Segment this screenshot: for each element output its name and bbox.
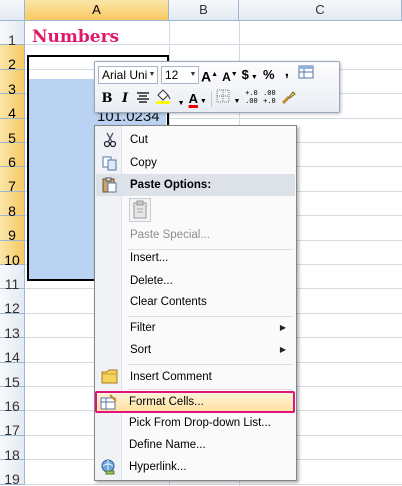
row-header[interactable]: 19 — [0, 460, 25, 486]
format-cells-icon — [100, 394, 118, 410]
row-header[interactable]: 13 — [0, 313, 25, 341]
row-header[interactable]: 9 — [0, 216, 25, 243]
menu-item-label: Clear Contents — [130, 296, 207, 308]
menu-item-insert-comment[interactable]: Insert Comment — [96, 366, 295, 388]
comment-icon — [101, 369, 119, 385]
format-painter-icon[interactable] — [278, 89, 298, 109]
menu-item-label: Hyperlink... — [129, 461, 187, 473]
percent-style-button[interactable]: % — [260, 65, 278, 85]
menu-item-paste-special[interactable]: Paste Special... — [96, 224, 295, 246]
column-header-a[interactable]: A — [25, 0, 169, 21]
menu-item-filter[interactable]: Filter ▶ — [96, 317, 295, 339]
chevron-down-icon[interactable]: ▼ — [147, 67, 157, 83]
row-header[interactable]: 1 — [0, 21, 25, 48]
row-header[interactable]: 4 — [0, 94, 25, 121]
chevron-right-icon: ▶ — [279, 345, 286, 354]
row-header[interactable]: 15 — [0, 362, 25, 390]
menu-item-label: Paste Options: — [130, 179, 212, 191]
font-color-label: A — [188, 91, 198, 106]
column-header-c[interactable]: C — [239, 0, 402, 21]
row-header[interactable]: 12 — [0, 289, 25, 316]
toolbar-divider — [210, 91, 212, 107]
menu-item-delete[interactable]: Delete... — [96, 270, 295, 292]
menu-item-clear-contents[interactable]: Clear Contents — [96, 291, 295, 313]
currency-label: $ — [241, 67, 249, 82]
menu-item-cut[interactable]: Cut — [96, 129, 295, 151]
format-painter-table-icon[interactable] — [296, 65, 316, 85]
column-header-b[interactable]: B — [169, 0, 239, 21]
menu-divider — [128, 364, 293, 365]
hyperlink-globe-icon — [100, 459, 118, 475]
menu-item-label: Pick From Drop-down List... — [129, 417, 271, 429]
fill-color-icon[interactable]: ▼ — [152, 89, 187, 109]
menu-item-label: Filter — [130, 322, 156, 334]
scissors-icon — [101, 132, 119, 148]
font-name-box[interactable]: Arial Uni ▼ — [98, 66, 158, 84]
menu-item-label: Copy — [130, 157, 157, 169]
grow-font-label: A — [201, 68, 212, 85]
shrink-font-label: A — [222, 70, 231, 84]
grid-row-line — [25, 483, 402, 485]
bold-button[interactable]: B — [98, 89, 116, 109]
row-header[interactable]: 17 — [0, 411, 25, 438]
menu-item-copy[interactable]: Copy — [96, 152, 295, 174]
menu-item-label: Insert Comment — [130, 371, 212, 383]
italic-button[interactable]: I — [116, 89, 134, 109]
font-color-button[interactable]: A ▼ — [187, 89, 209, 109]
paste-options-header: Paste Options: — [96, 174, 295, 196]
menu-item-format-cells[interactable]: Format Cells... — [95, 391, 295, 413]
font-name-value: Arial Uni — [102, 68, 148, 82]
row-header[interactable]: 18 — [0, 435, 25, 463]
row-header[interactable]: 7 — [0, 167, 25, 194]
menu-item-insert[interactable]: Insert... — [96, 247, 295, 269]
row-header[interactable]: 16 — [0, 387, 25, 414]
row-header[interactable]: 6 — [0, 143, 25, 170]
select-all-corner[interactable] — [0, 0, 25, 21]
clipboard-icon — [101, 177, 119, 193]
menu-item-label: Paste Special... — [130, 229, 210, 241]
menu-item-label: Format Cells... — [129, 396, 204, 408]
row-header[interactable]: 5 — [0, 118, 25, 146]
grow-font-button[interactable]: A▲ — [199, 65, 220, 85]
paste-icon[interactable] — [129, 198, 151, 222]
font-size-value: 12 — [165, 68, 179, 82]
comma-style-button[interactable]: , — [278, 64, 296, 85]
row-header[interactable]: 14 — [0, 338, 25, 365]
spreadsheet-window: A B C 1 2 3 4 5 6 7 8 9 10 11 12 13 14 15 16 17 18 19 Numb… — [0, 0, 402, 486]
menu-item-pick-list[interactable]: Pick From Drop-down List... — [95, 412, 294, 434]
menu-item-label: Insert... — [130, 252, 169, 264]
title-cell[interactable]: Numbers — [32, 27, 119, 47]
menu-item-sort[interactable]: Sort ▶ — [96, 339, 295, 361]
menu-item-define-name[interactable]: Define Name... — [95, 434, 294, 456]
menu-item-label: Cut — [130, 134, 148, 146]
mini-toolbar: Arial Uni▼ 12▼ A▲ A▼ $ ▼ % , B I ▼ A ▼ — [94, 61, 340, 113]
center-align-icon[interactable] — [134, 89, 152, 109]
copy-icon — [101, 155, 119, 171]
borders-icon[interactable]: ▼ — [214, 89, 243, 109]
shrink-font-button[interactable]: A▼ — [220, 65, 240, 85]
menu-item-label: Delete... — [130, 275, 173, 287]
row-header[interactable]: 8 — [0, 191, 25, 219]
increase-decimal-button[interactable]: +.0 .00 — [242, 89, 260, 109]
decrease-decimal-button[interactable]: .00 +.0 — [260, 89, 278, 109]
menu-item-label: Sort — [130, 344, 152, 356]
font-size-box[interactable]: 12 ▼ — [161, 66, 199, 84]
chevron-down-icon[interactable]: ▼ — [188, 67, 198, 83]
row-header[interactable]: 10 — [0, 240, 25, 268]
row-header[interactable]: 2 — [0, 45, 25, 72]
menu-item-label: Define Name... — [129, 439, 206, 451]
menu-item-hyperlink[interactable]: Hyperlink... — [95, 456, 294, 478]
menu-divider — [128, 389, 293, 390]
row-header[interactable]: 11 — [0, 265, 25, 292]
currency-format-button[interactable]: $ ▼ — [240, 65, 260, 85]
row-header[interactable]: 3 — [0, 69, 25, 97]
chevron-right-icon: ▶ — [279, 323, 286, 332]
